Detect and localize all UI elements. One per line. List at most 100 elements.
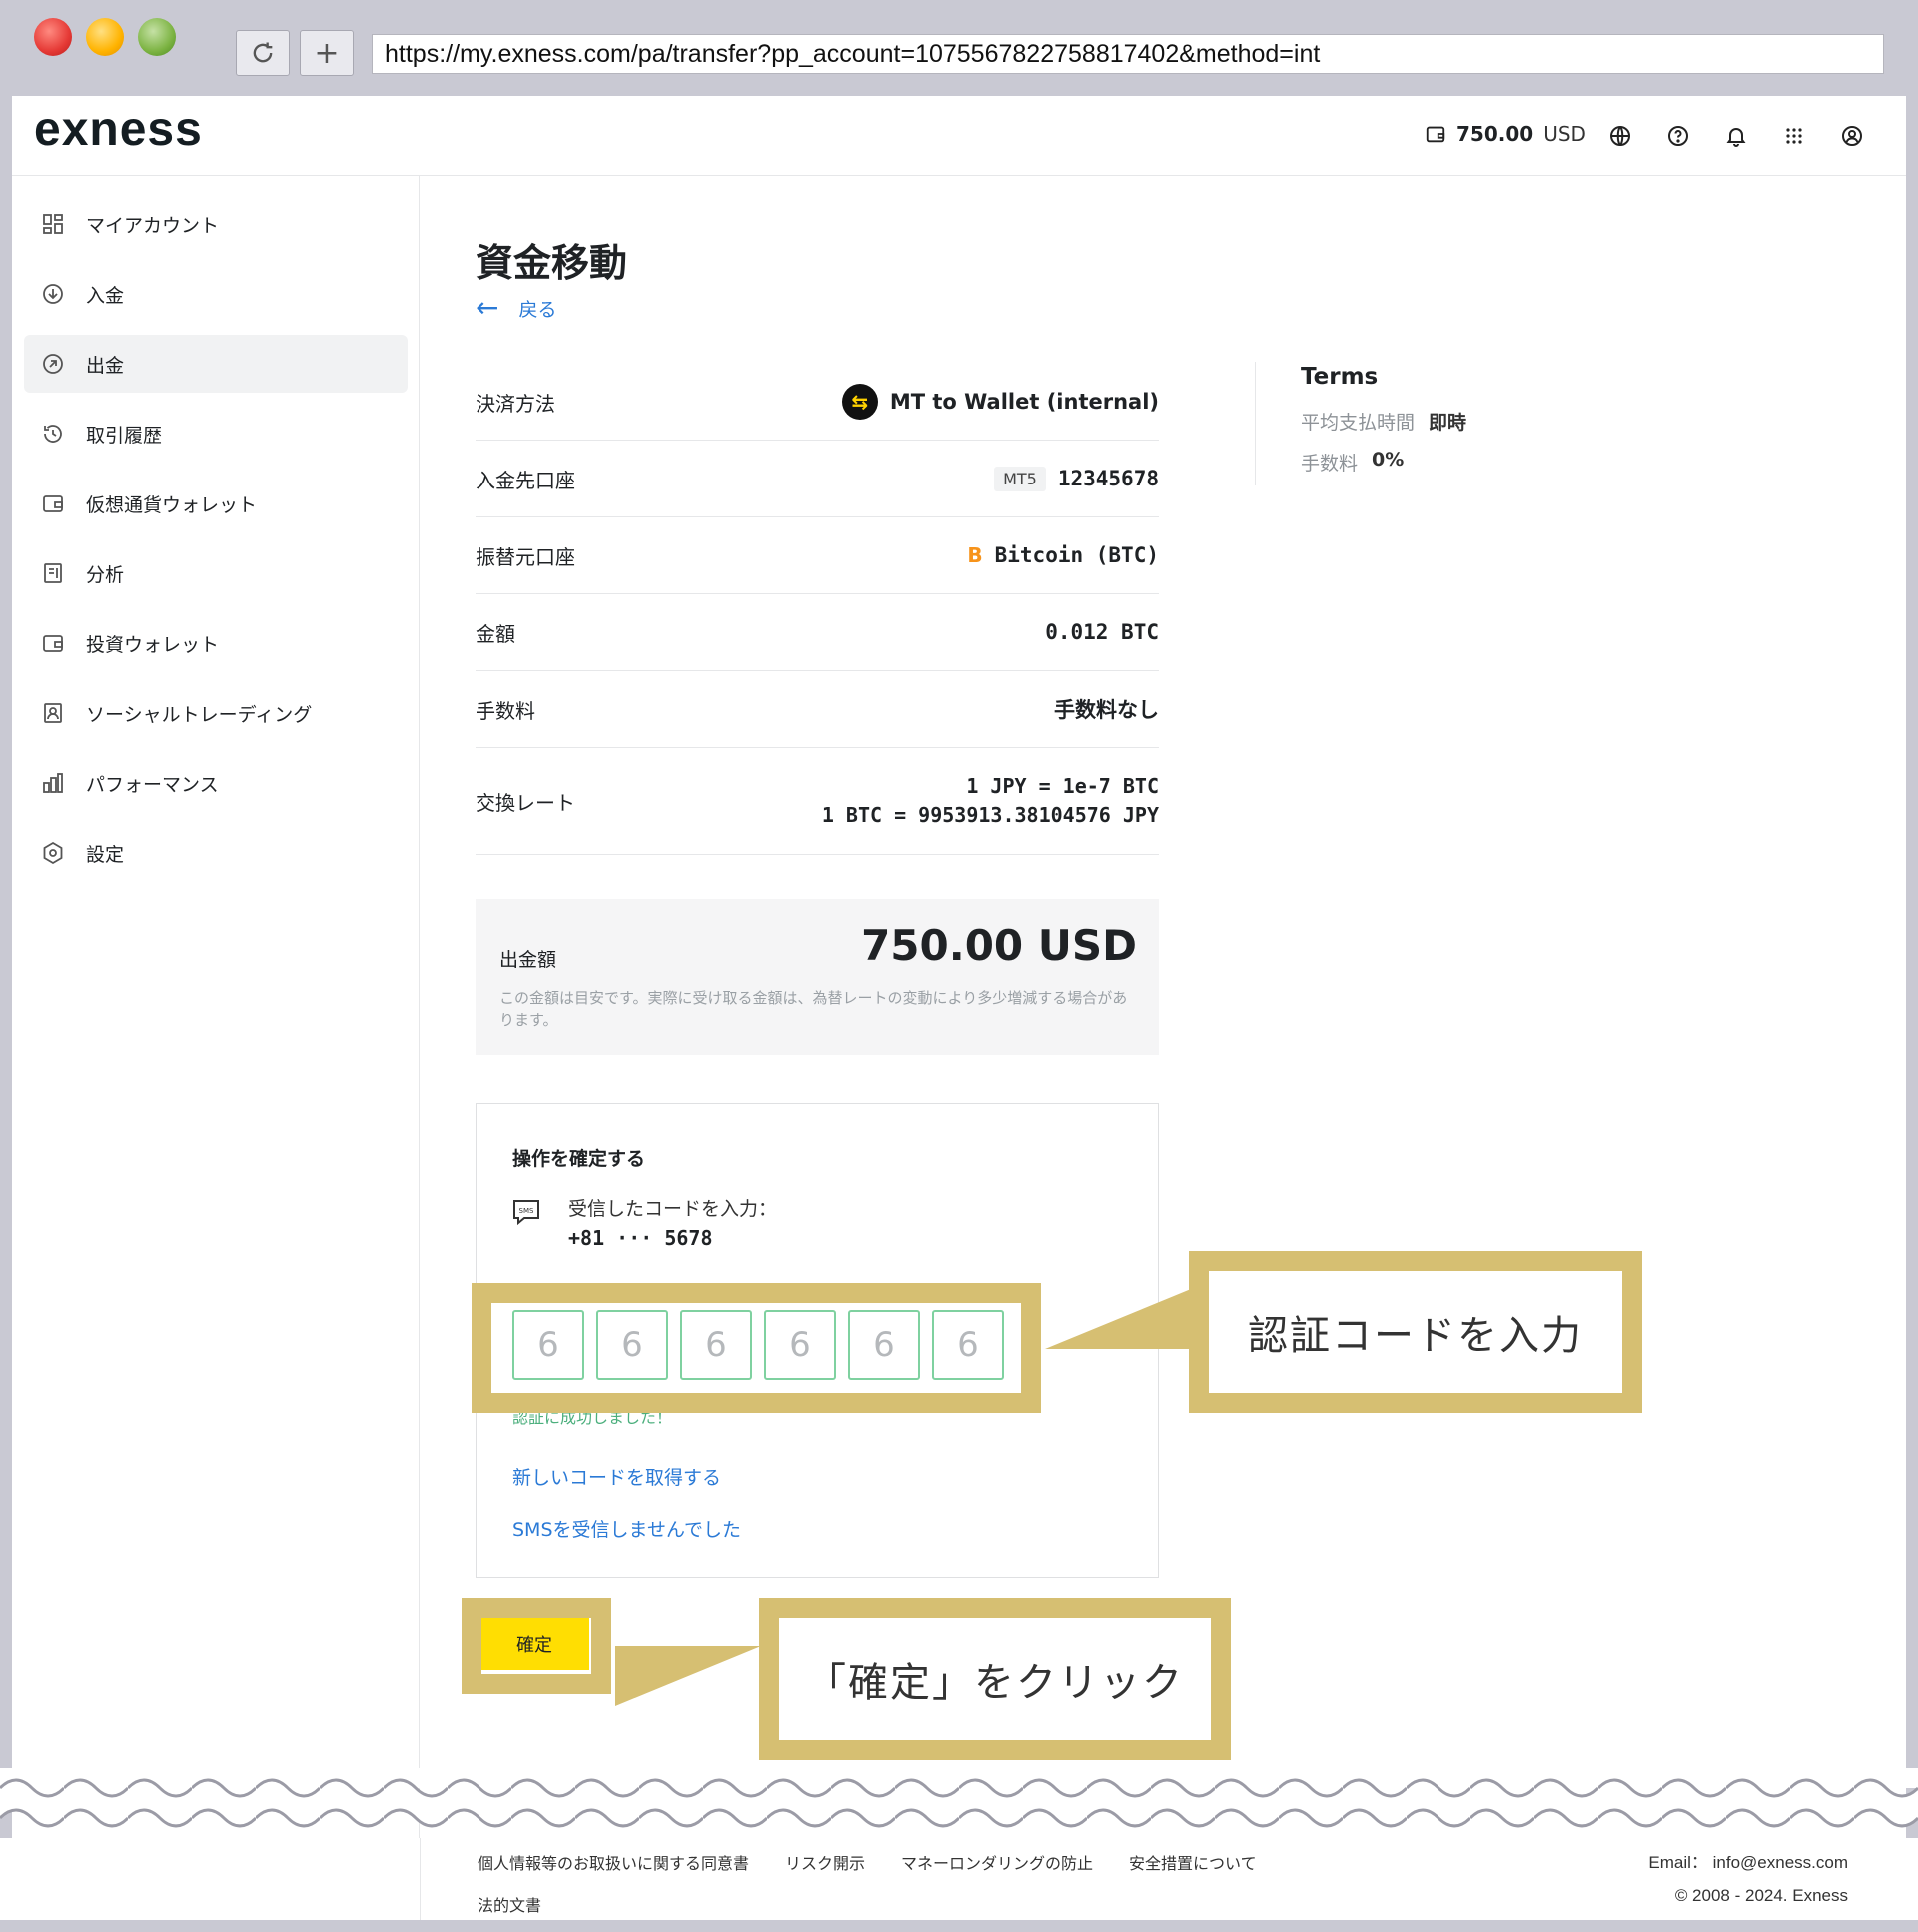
click-confirm-callout: 「確定」をクリック <box>759 1598 1231 1760</box>
sidebar-item-label: ソーシャルトレーディング <box>86 703 313 726</box>
apps-grid-icon[interactable] <box>1782 124 1806 148</box>
minimize-window-button[interactable] <box>86 18 124 56</box>
analytics-icon <box>40 560 66 586</box>
detail-label: 交換レート <box>476 790 575 815</box>
sidebar-item-my-account[interactable]: マイアカウント <box>24 195 408 253</box>
footer-link-legal[interactable]: 法的文書 <box>478 1892 541 1916</box>
maximize-window-button[interactable] <box>138 18 176 56</box>
no-sms-link[interactable]: SMSを受信しませんでした <box>512 1515 741 1542</box>
sidebar-item-label: 分析 <box>86 563 125 586</box>
sidebar-item-deposit[interactable]: 入金 <box>24 265 408 323</box>
balance-amount: 750.00 <box>1456 122 1534 146</box>
footer: 個人情報等のお取扱いに関する同意書 リスク開示 マネーロンダリングの防止 安全措… <box>0 1838 1918 1920</box>
footer-link-privacy[interactable]: 個人情報等のお取扱いに関する同意書 <box>478 1850 749 1874</box>
bell-icon[interactable] <box>1724 124 1748 148</box>
new-tab-button[interactable]: + <box>300 30 354 76</box>
method-value: MT to Wallet (internal) <box>889 390 1159 414</box>
sidebar-item-label: 取引履歴 <box>86 424 163 447</box>
withdraw-icon <box>40 351 66 377</box>
sidebar-item-performance[interactable]: パフォーマンス <box>24 754 408 812</box>
confirm-button-highlight <box>462 1598 611 1694</box>
get-new-code-link[interactable]: 新しいコードを取得する <box>512 1463 721 1490</box>
terms-row-avg-time: 平均支払時間 即時 <box>1301 408 1466 435</box>
callout-pointer <box>1045 1289 1191 1349</box>
detail-label: 金額 <box>476 621 515 646</box>
rate-line-1: 1 JPY = 1e-7 BTC <box>966 774 1159 798</box>
window-bottom-edge <box>0 1920 1918 1932</box>
sidebar-item-label: 投資ウォレット <box>86 633 220 656</box>
transfer-details: 決済方法 ⇆ MT to Wallet (internal) 入金先口座 MT5… <box>476 364 1159 855</box>
footer-link-risk[interactable]: リスク開示 <box>785 1850 865 1874</box>
top-header: exness 750.00 USD <box>12 96 1906 176</box>
deposit-icon <box>40 281 66 307</box>
globe-icon[interactable] <box>1608 124 1632 148</box>
page-break-wave <box>0 1768 1918 1838</box>
help-icon[interactable] <box>1666 124 1690 148</box>
close-window-button[interactable] <box>34 18 72 56</box>
sidebar-item-label: 仮想通貨ウォレット <box>86 493 258 516</box>
terms-label: 平均支払時間 <box>1301 412 1416 434</box>
detail-value: ⇆ MT to Wallet (internal) <box>841 384 1159 420</box>
user-icon[interactable] <box>1840 124 1864 148</box>
sidebar: マイアカウント 入金 出金 取引履歴 仮想通貨ウォレット 分析 投資ウォレット <box>12 176 420 1918</box>
code-prompt: 受信したコードを入力： <box>568 1198 778 1220</box>
footer-divider <box>420 1838 421 1920</box>
settings-icon <box>40 840 66 866</box>
terms-row-fee: 手数料 0% <box>1301 449 1466 476</box>
page-title: 資金移動 <box>476 241 628 285</box>
sidebar-item-social-trading[interactable]: ソーシャルトレーディング <box>24 684 408 742</box>
from-account-value: Bitcoin (BTC) <box>994 543 1159 567</box>
sidebar-item-settings[interactable]: 設定 <box>24 824 408 882</box>
sms-icon: SMS <box>513 1200 539 1226</box>
balance-currency: USD <box>1543 122 1586 146</box>
sidebar-item-invest-wallet[interactable]: 投資ウォレット <box>24 614 408 672</box>
reload-button[interactable] <box>236 30 290 76</box>
address-bar[interactable]: https://my.exness.com/pa/transfer?pp_acc… <box>372 34 1884 74</box>
sidebar-item-label: 設定 <box>86 843 125 866</box>
footer-email[interactable]: Email： info@exness.com <box>1648 1848 1848 1873</box>
detail-label: 振替元口座 <box>476 544 575 569</box>
history-icon <box>40 421 66 447</box>
exness-logo[interactable]: exness <box>34 102 203 157</box>
detail-row-rate: 交換レート 1 JPY = 1e-7 BTC 1 BTC = 9953913.3… <box>476 748 1159 855</box>
sidebar-item-crypto-wallet[interactable]: 仮想通貨ウォレット <box>24 475 408 532</box>
footer-link-aml[interactable]: マネーロンダリングの防止 <box>901 1850 1093 1874</box>
social-trading-icon <box>40 700 66 726</box>
terms-panel: Terms 平均支払時間 即時 手数料 0% <box>1301 364 1466 489</box>
sidebar-item-history[interactable]: 取引履歴 <box>24 405 408 463</box>
detail-value: 1 JPY = 1e-7 BTC 1 BTC = 9953913.3810457… <box>822 772 1159 830</box>
plus-icon: + <box>314 35 340 71</box>
arrow-left-icon: ← <box>476 291 499 324</box>
sidebar-item-label: パフォーマンス <box>86 773 219 796</box>
bitcoin-icon: B <box>967 543 983 567</box>
detail-label: 手数料 <box>476 698 535 723</box>
footer-link-security[interactable]: 安全措置について <box>1129 1850 1257 1874</box>
detail-value: 手数料なし <box>1054 698 1159 722</box>
terms-heading: Terms <box>1301 364 1379 390</box>
wallet-icon <box>1426 126 1445 143</box>
sidebar-item-label: 出金 <box>86 354 125 377</box>
detail-label: 入金先口座 <box>476 468 575 492</box>
back-label: 戻る <box>518 298 557 321</box>
withdraw-summary: 出金額 750.00 USD この金額は目安です。実際に受け取る金額は、為替レー… <box>476 899 1159 1055</box>
detail-value: B Bitcoin (BTC) <box>967 543 1159 567</box>
detail-row-amount: 金額 0.012 BTC <box>476 594 1159 671</box>
enter-code-callout: 認証コードを入力 <box>1189 1251 1642 1413</box>
transfer-arrows-icon: ⇆ <box>841 384 878 420</box>
rate-line-2: 1 BTC = 9953913.38104576 JPY <box>821 803 1159 827</box>
callout-pointer <box>615 1646 761 1706</box>
bar-chart-icon <box>40 770 66 796</box>
sidebar-item-withdraw[interactable]: 出金 <box>24 335 408 393</box>
browser-toolbar: + https://my.exness.com/pa/transfer?pp_a… <box>0 0 1918 96</box>
detail-value: MT5 12345678 <box>994 466 1159 491</box>
code-inputs-highlight <box>472 1283 1041 1413</box>
header-balance[interactable]: 750.00 USD <box>1425 122 1586 146</box>
footer-links: 個人情報等のお取扱いに関する同意書 リスク開示 マネーロンダリングの防止 安全措… <box>478 1850 1257 1874</box>
dashboard-icon <box>40 211 66 237</box>
summary-note: この金額は目安です。実際に受け取る金額は、為替レートの変動により多少増減する場合… <box>499 989 1128 1029</box>
terms-divider <box>1255 362 1256 485</box>
sidebar-item-analytics[interactable]: 分析 <box>24 544 408 602</box>
back-link[interactable]: ← 戻る <box>476 294 556 322</box>
sidebar-item-label: マイアカウント <box>86 214 220 237</box>
summary-amount: 750.00 USD <box>861 921 1137 970</box>
